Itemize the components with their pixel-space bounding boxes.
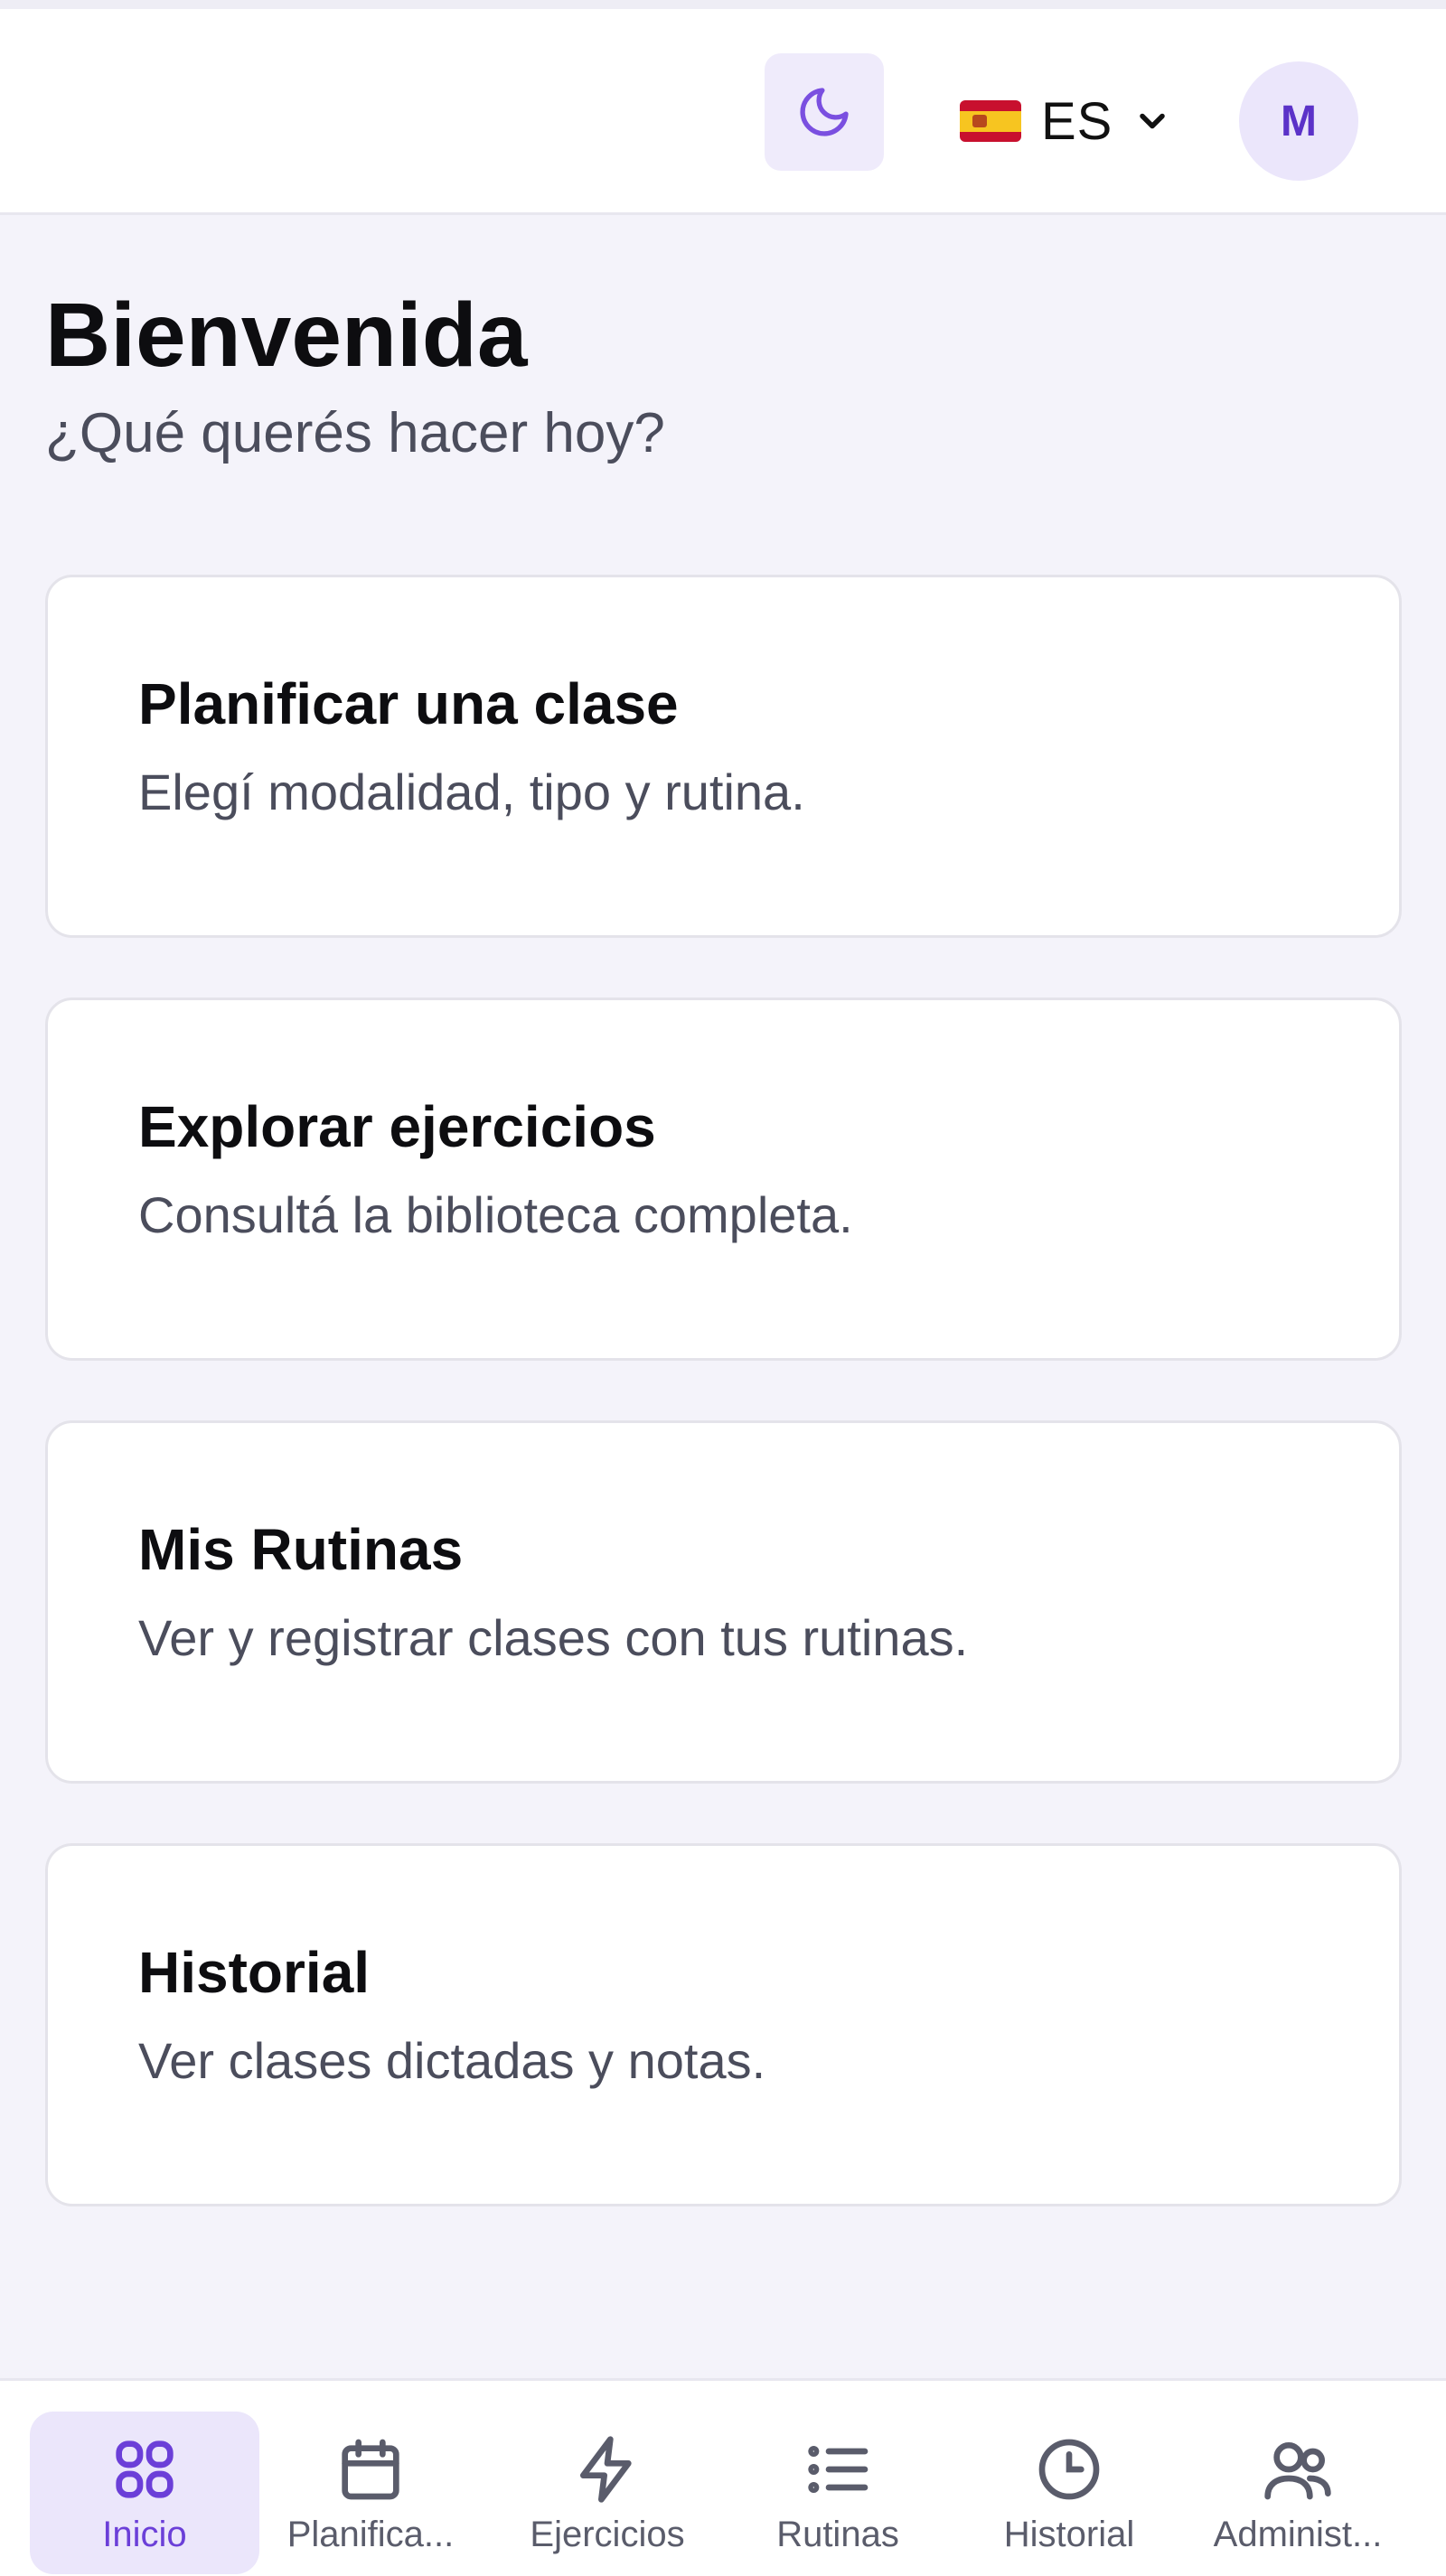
card-historial[interactable]: Historial Ver clases dictadas y notas.: [45, 1843, 1402, 2206]
nav-item-rutinas[interactable]: Rutinas: [723, 2412, 953, 2574]
avatar-initial: M: [1281, 97, 1317, 145]
card-explorar-ejercicios[interactable]: Explorar ejercicios Consultá la bibliote…: [45, 998, 1402, 1361]
users-icon: [1264, 2442, 1331, 2500]
nav-item-historial[interactable]: Historial: [954, 2412, 1184, 2574]
top-bar: ES M: [0, 9, 1446, 215]
language-code: ES: [1041, 91, 1113, 151]
card-title: Planificar una clase: [138, 671, 679, 736]
nav-item-inicio[interactable]: Inicio: [30, 2412, 259, 2574]
card-title: Explorar ejercicios: [138, 1094, 656, 1159]
nav-label: Rutinas: [776, 2515, 899, 2554]
bottom-nav: Inicio Planifica... Ejercicios Rutinas H…: [0, 2378, 1446, 2576]
card-description: Elegí modalidad, tipo y rutina.: [138, 763, 805, 820]
nav-item-ejercicios[interactable]: Ejercicios: [493, 2412, 722, 2574]
page-title: Bienvenida: [45, 285, 528, 386]
card-title: Historial: [138, 1940, 371, 2005]
list-icon: [808, 2445, 869, 2494]
nav-label: Inicio: [102, 2515, 187, 2554]
nav-label: Ejercicios: [530, 2515, 685, 2554]
nav-label: Planifica...: [286, 2515, 455, 2554]
greeting: Bienvenida ¿Qué querés hacer hoy?: [45, 286, 665, 465]
nav-label: Historial: [1003, 2515, 1135, 2554]
theme-toggle-button[interactable]: [765, 53, 884, 171]
card-description: Ver y registrar clases con tus rutinas.: [138, 1608, 969, 1666]
nav-item-administrar[interactable]: Administ...: [1183, 2412, 1413, 2574]
nav-item-planificar[interactable]: Planifica...: [256, 2412, 485, 2574]
chevron-down-icon: [1140, 113, 1166, 129]
calendar-icon: [342, 2439, 399, 2500]
language-selector[interactable]: ES: [960, 74, 1172, 168]
card-planificar-clase[interactable]: Planificar una clase Elegí modalidad, ti…: [45, 575, 1402, 938]
card-description: Consultá la biblioteca completa.: [138, 1185, 853, 1243]
top-strip: [0, 0, 1446, 9]
nav-label: Administ...: [1213, 2515, 1383, 2554]
spain-flag-icon: [960, 100, 1021, 142]
card-mis-rutinas[interactable]: Mis Rutinas Ver y registrar clases con t…: [45, 1420, 1402, 1784]
lightning-icon: [580, 2436, 632, 2503]
grid-icon: [116, 2440, 174, 2498]
page-subtitle: ¿Qué querés hacer hoy?: [45, 402, 665, 464]
clock-icon: [1038, 2439, 1100, 2500]
card-title: Mis Rutinas: [138, 1517, 464, 1582]
card-description: Ver clases dictadas y notas.: [138, 2031, 766, 2089]
avatar[interactable]: M: [1239, 61, 1358, 181]
moon-icon: [800, 88, 849, 136]
